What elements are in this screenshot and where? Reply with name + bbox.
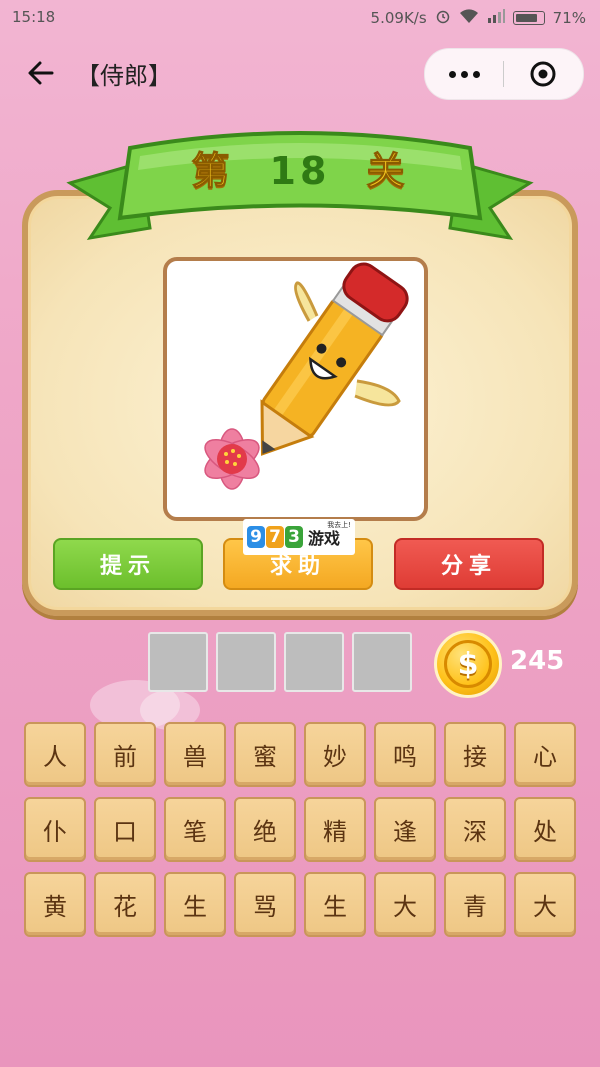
letter-key[interactable]: 笔 bbox=[164, 797, 226, 862]
coin-icon: $ bbox=[434, 630, 502, 698]
answer-slot[interactable] bbox=[216, 632, 276, 692]
letter-key[interactable]: 仆 bbox=[24, 797, 86, 862]
letter-key[interactable]: 生 bbox=[164, 872, 226, 937]
letter-key[interactable]: 花 bbox=[94, 872, 156, 937]
letter-key[interactable]: 绝 bbox=[234, 797, 296, 862]
letter-keyboard: 人 前 兽 蜜 妙 鸣 接 心 仆 口 笔 绝 精 逢 深 处 黄 花 生 骂 … bbox=[24, 722, 578, 937]
back-button[interactable] bbox=[24, 56, 58, 90]
letter-key[interactable]: 兽 bbox=[164, 722, 226, 787]
coin-count: 245 bbox=[510, 646, 565, 676]
battery-percent: 71% bbox=[552, 9, 586, 27]
battery-icon bbox=[512, 11, 545, 25]
pink-flower-icon bbox=[204, 428, 260, 490]
target-close-icon bbox=[530, 61, 556, 87]
letter-key[interactable]: 人 bbox=[24, 722, 86, 787]
watermark-digit: 3 bbox=[285, 526, 303, 548]
letter-key[interactable]: 接 bbox=[444, 722, 506, 787]
close-miniprogram-button[interactable] bbox=[504, 49, 582, 99]
watermark-digit: 9 bbox=[247, 526, 265, 548]
letter-key[interactable]: 前 bbox=[94, 722, 156, 787]
network-speed: 5.09K/s bbox=[370, 9, 427, 27]
answer-slot[interactable] bbox=[352, 632, 412, 692]
share-button[interactable]: 分享 bbox=[394, 538, 544, 590]
page-title: 【侍郎】 bbox=[76, 62, 172, 90]
more-menu-button[interactable] bbox=[425, 49, 503, 99]
navigation-bar: 【侍郎】 bbox=[0, 40, 600, 104]
watermark-logo: 9 7 3 bbox=[247, 526, 303, 548]
letter-key[interactable]: 青 bbox=[444, 872, 506, 937]
wifi-icon bbox=[459, 8, 479, 28]
watermark-tag: 我去上! bbox=[327, 521, 351, 529]
level-prefix: 第 bbox=[191, 149, 234, 194]
letter-key[interactable]: 蜜 bbox=[234, 722, 296, 787]
answer-slot[interactable] bbox=[148, 632, 208, 692]
puzzle-image bbox=[163, 257, 428, 521]
watermark-digit: 7 bbox=[266, 526, 284, 548]
level-number: 18 bbox=[269, 149, 331, 193]
letter-key[interactable]: 心 bbox=[514, 722, 576, 787]
letter-key[interactable]: 大 bbox=[514, 872, 576, 937]
hint-button[interactable]: 提示 bbox=[53, 538, 203, 590]
site-watermark: 9 7 3 游戏 我去上! bbox=[243, 519, 355, 555]
letter-key[interactable]: 逢 bbox=[374, 797, 436, 862]
status-bar: 15:18 5.09K/s 71% bbox=[0, 0, 600, 34]
level-suffix: 关 bbox=[366, 149, 409, 194]
letter-key[interactable]: 处 bbox=[514, 797, 576, 862]
letter-key[interactable]: 口 bbox=[94, 797, 156, 862]
letter-key[interactable]: 深 bbox=[444, 797, 506, 862]
answer-slots bbox=[148, 632, 412, 692]
letter-key[interactable]: 骂 bbox=[234, 872, 296, 937]
letter-key[interactable]: 生 bbox=[304, 872, 366, 937]
alarm-icon bbox=[435, 8, 451, 28]
pencil-character-icon bbox=[260, 262, 409, 456]
miniprogram-capsule bbox=[424, 48, 584, 100]
signal-icon bbox=[487, 9, 505, 27]
letter-key[interactable]: 黄 bbox=[24, 872, 86, 937]
letter-key[interactable]: 精 bbox=[304, 797, 366, 862]
letter-key[interactable]: 妙 bbox=[304, 722, 366, 787]
answer-slot[interactable] bbox=[284, 632, 344, 692]
arrow-left-icon bbox=[28, 61, 54, 85]
status-time: 15:18 bbox=[12, 8, 56, 26]
letter-key[interactable]: 鸣 bbox=[374, 722, 436, 787]
coin-symbol: $ bbox=[444, 640, 492, 688]
level-title: 第 18 关 bbox=[0, 140, 600, 195]
letter-key[interactable]: 大 bbox=[374, 872, 436, 937]
